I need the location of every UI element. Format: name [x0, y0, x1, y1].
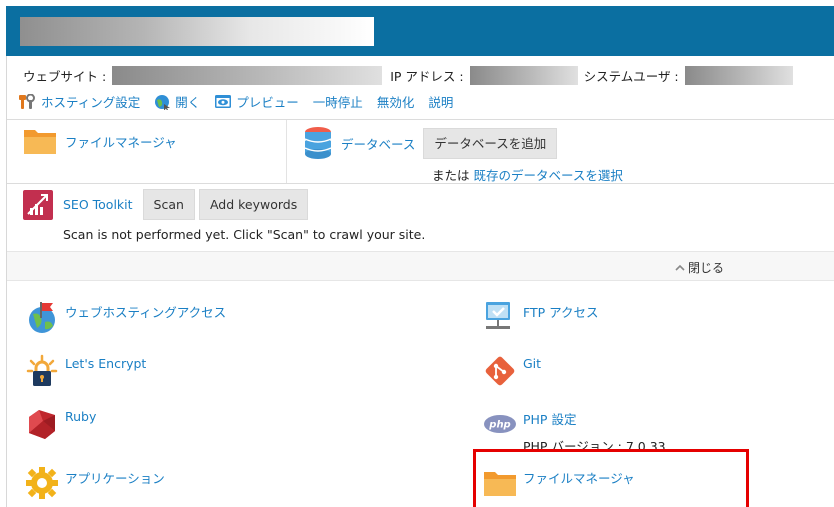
lets-encrypt-link[interactable]: Let's Encrypt [65, 356, 146, 371]
add-keywords-button[interactable]: Add keywords [198, 189, 309, 220]
hosting-settings-link[interactable]: ホスティング設定 [19, 92, 140, 111]
applications-link[interactable]: アプリケーション [65, 468, 165, 487]
suspend-link[interactable]: 一時停止 [313, 92, 363, 111]
php-settings-tool[interactable]: php PHP 設定 PHP バージョン : 7.0.33 [483, 407, 666, 455]
hosting-settings-icon [19, 93, 35, 109]
ip-value-redacted [469, 65, 578, 85]
open-label: 開く [175, 95, 201, 110]
ip-address-label: IP アドレス : [390, 68, 464, 84]
disable-link[interactable]: 無効化 [377, 92, 415, 111]
globe-open-icon [155, 94, 171, 110]
ruby-link[interactable]: Ruby [65, 409, 96, 424]
git-icon [485, 356, 515, 386]
web-hosting-access-tool[interactable]: ウェブホスティングアクセス [25, 300, 226, 334]
divider [7, 119, 834, 120]
preview-link[interactable]: プレビュー [214, 92, 299, 111]
preview-label: プレビュー [236, 95, 299, 110]
web-hosting-access-link[interactable]: ウェブホスティングアクセス [65, 302, 226, 321]
seo-toolkit-link[interactable]: SEO Toolkit [63, 197, 133, 212]
ftp-access-link[interactable]: FTP アクセス [523, 302, 599, 321]
folder-icon [24, 130, 56, 154]
open-link[interactable]: 開く [154, 92, 200, 111]
scan-button[interactable]: Scan [142, 189, 195, 220]
git-tool[interactable]: Git [483, 354, 541, 388]
seo-toolkit-tool: SEO Toolkit Scan Add keywords [23, 189, 309, 220]
php-settings-link[interactable]: PHP 設定 [523, 409, 666, 428]
file-manager-tool[interactable]: ファイルマネージャ [23, 126, 177, 156]
site-header-bar [6, 6, 834, 56]
preview-icon [215, 95, 232, 108]
highlight-box [473, 449, 749, 507]
file-manager-link[interactable]: ファイルマネージャ [65, 132, 177, 151]
seo-scan-status: Scan is not performed yet. Click "Scan" … [63, 227, 426, 242]
lets-encrypt-tool[interactable]: Let's Encrypt [25, 354, 146, 388]
svg-text:php: php [488, 420, 510, 431]
git-link[interactable]: Git [523, 356, 541, 371]
collapse-link[interactable]: 閉じる [675, 259, 724, 276]
ruby-tool[interactable]: Ruby [25, 407, 96, 441]
website-label: ウェブサイト : [23, 68, 107, 84]
website-value-redacted [112, 65, 383, 85]
site-panel: ウェブサイト : IP アドレス : システムユーザ : ホスティング設定 開く [6, 56, 834, 507]
collapse-label: 閉じる [688, 261, 725, 275]
hosting-settings-label: ホスティング設定 [41, 95, 141, 110]
site-actions: ホスティング設定 開く プレビュー 一時停止 無効化 説明 [19, 92, 467, 111]
chevron-up-icon [675, 264, 685, 271]
collapse-bar: 閉じる [7, 251, 834, 281]
divider [7, 183, 834, 184]
site-title-redacted [20, 17, 374, 46]
select-existing-database-link[interactable]: 既存のデータベースを選択 [473, 168, 623, 184]
databases-link[interactable]: データベース [341, 134, 415, 153]
ftp-access-icon [486, 302, 510, 329]
description-link[interactable]: 説明 [428, 92, 453, 111]
lets-encrypt-icon [26, 354, 58, 386]
or-text: または [432, 168, 470, 183]
applications-tool[interactable]: アプリケーション [25, 466, 165, 500]
web-hosting-access-icon [29, 302, 55, 333]
databases-tool: データベース データベースを追加 または 既存のデータベースを選択 [303, 126, 623, 184]
system-user-label: システムユーザ : [583, 68, 679, 84]
system-user-value-redacted [684, 65, 793, 85]
ruby-icon [29, 410, 55, 439]
add-database-button[interactable]: データベースを追加 [423, 127, 558, 159]
php-icon: php [484, 415, 516, 433]
database-icon [304, 127, 332, 159]
seo-toolkit-icon [23, 189, 53, 220]
applications-gear-icon [26, 467, 58, 499]
ftp-access-tool[interactable]: FTP アクセス [483, 300, 599, 334]
column-separator [286, 120, 287, 184]
site-info-line: ウェブサイト : IP アドレス : システムユーザ : [23, 65, 793, 85]
